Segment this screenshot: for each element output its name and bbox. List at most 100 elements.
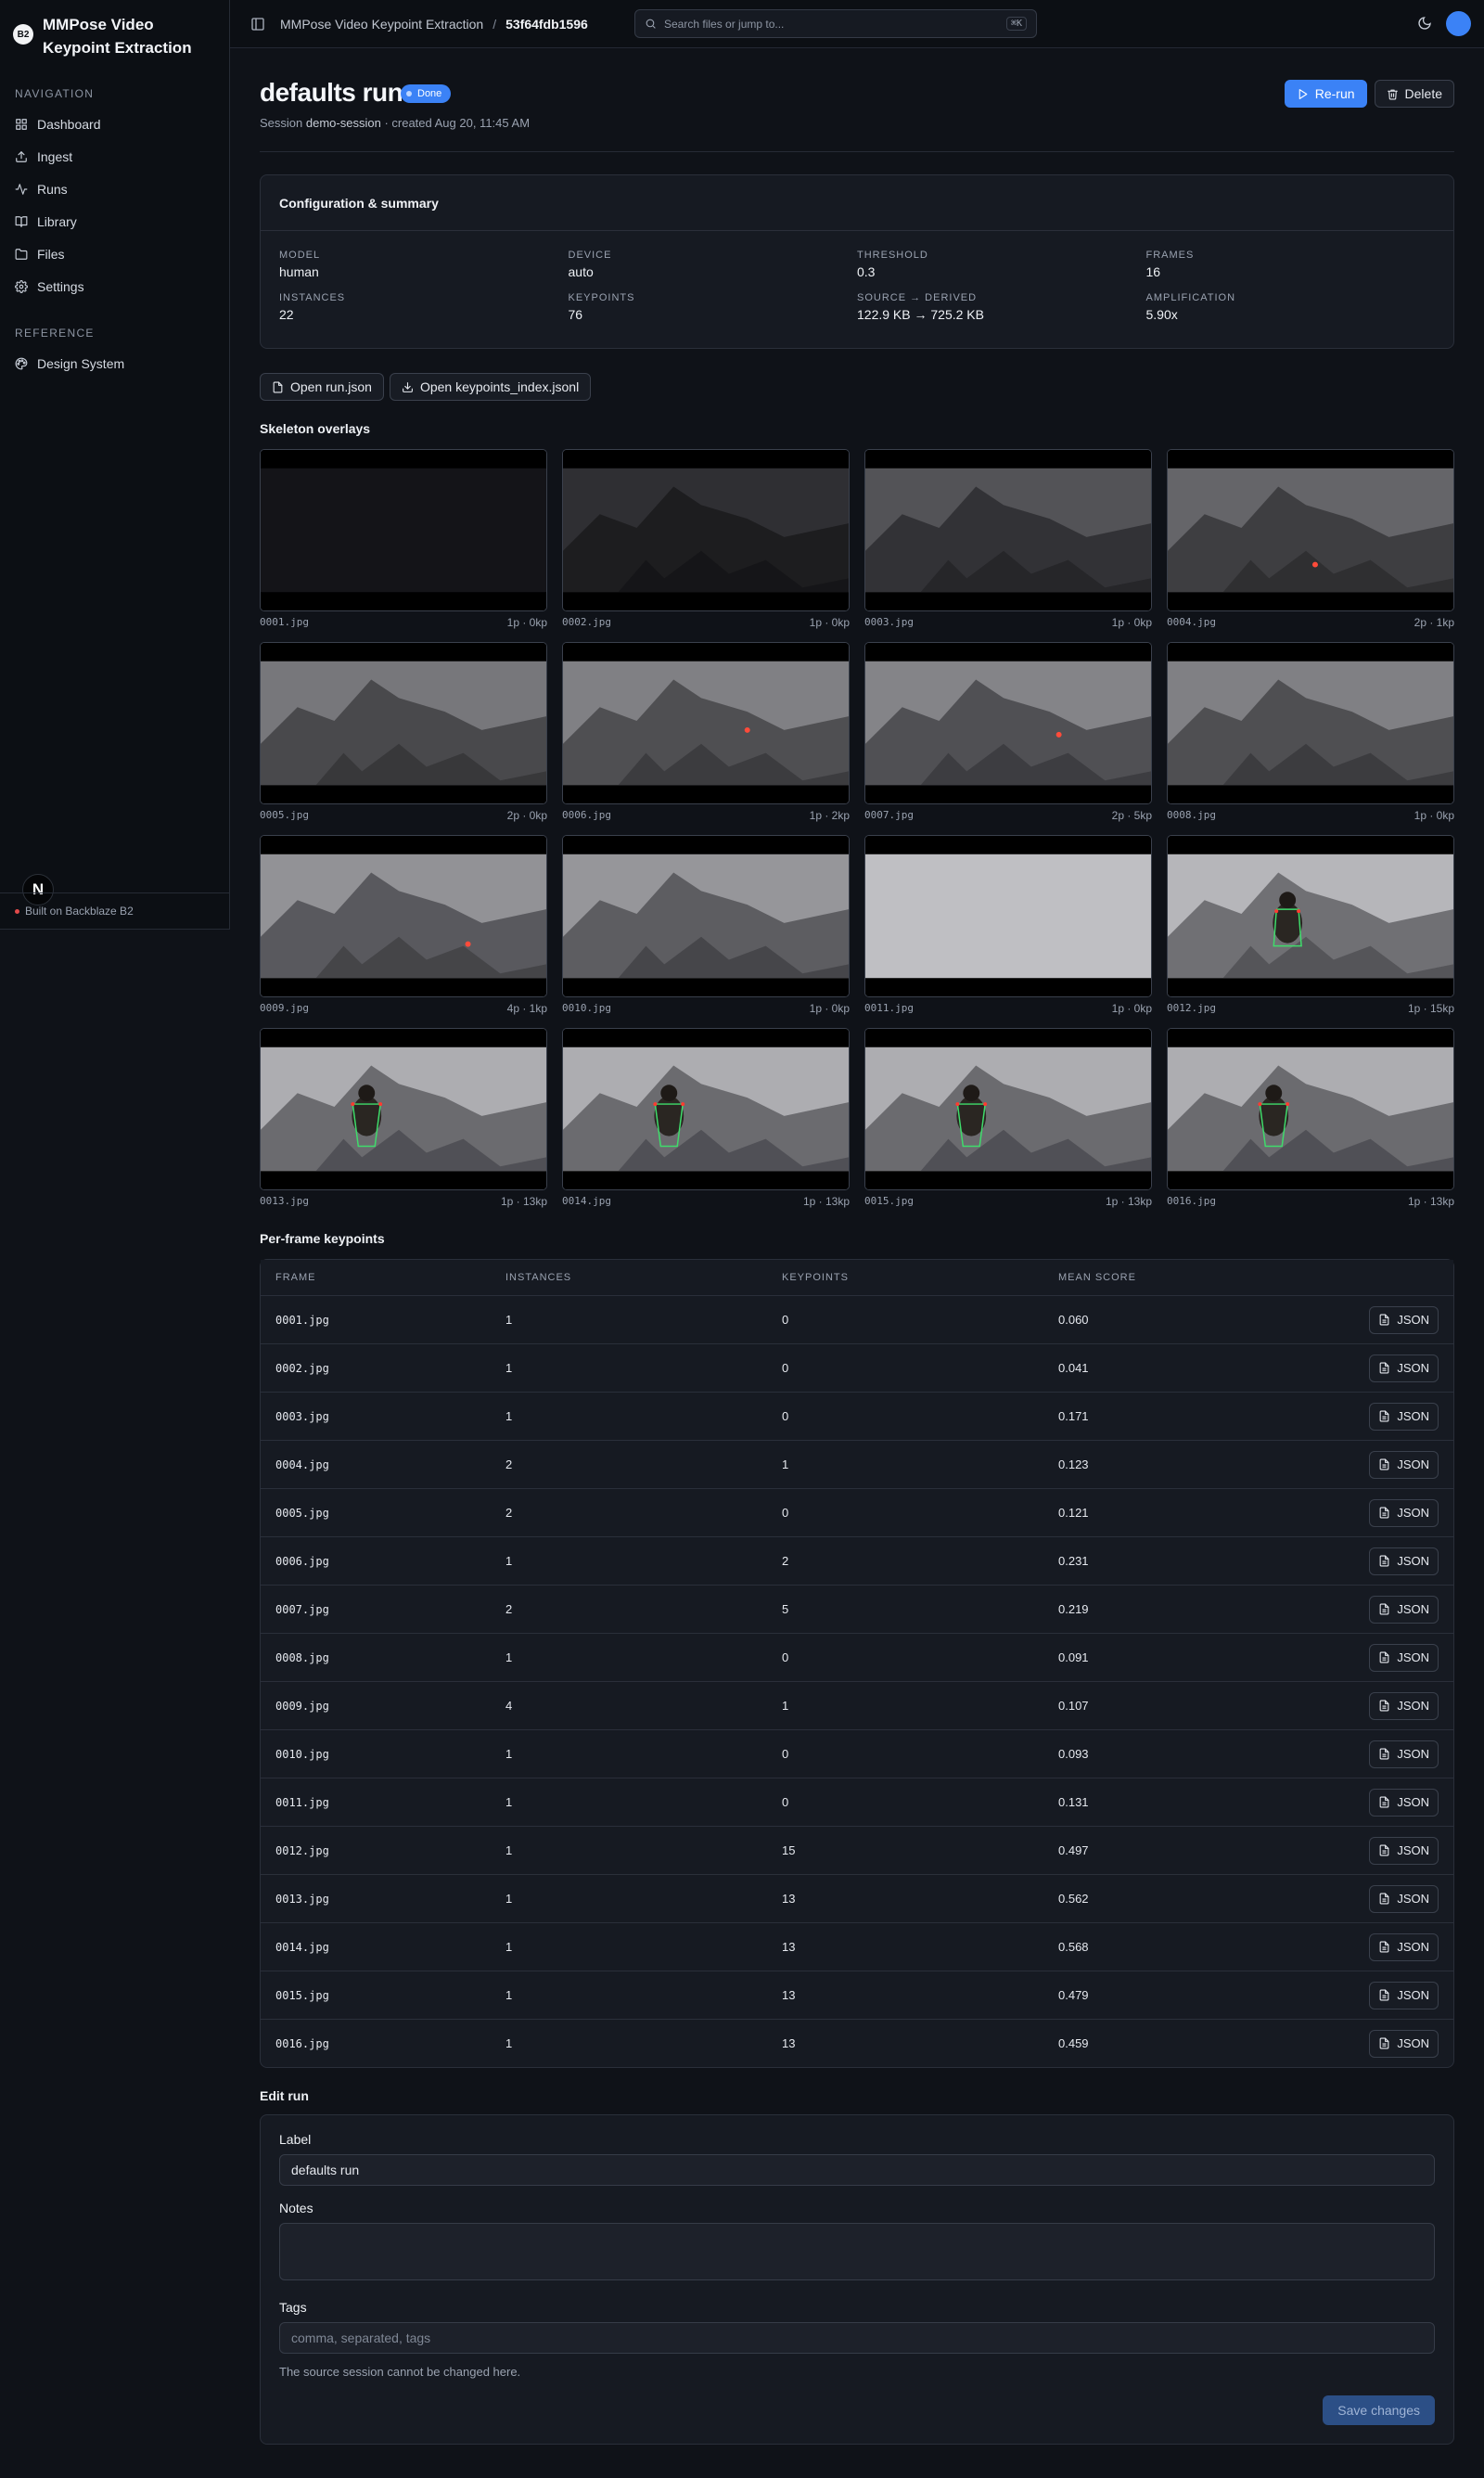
json-button[interactable]: JSON xyxy=(1369,1595,1439,1624)
delete-button[interactable]: Delete xyxy=(1374,80,1454,108)
overlay-stats: 2p · 1kp xyxy=(1414,616,1454,629)
overlay-image[interactable] xyxy=(864,835,1152,997)
overlay-image[interactable] xyxy=(260,835,547,997)
topbar: MMPose Video Keypoint Extraction / 53f64… xyxy=(230,0,1484,48)
overlay-thumbnail[interactable]: 0009.jpg 4p · 1kp xyxy=(260,835,547,1018)
json-button[interactable]: JSON xyxy=(1369,1354,1439,1382)
json-button[interactable]: JSON xyxy=(1369,1932,1439,1961)
download-icon xyxy=(403,381,413,392)
file-icon xyxy=(1379,1748,1389,1760)
overlay-image[interactable] xyxy=(562,1028,850,1190)
overlay-image[interactable] xyxy=(562,642,850,804)
session-hint: The source session cannot be changed her… xyxy=(279,2365,521,2379)
json-button[interactable]: JSON xyxy=(1369,1740,1439,1768)
overlay-image[interactable] xyxy=(562,835,850,997)
overlay-thumbnail[interactable]: 0008.jpg 1p · 0kp xyxy=(1167,642,1454,825)
frame-cell: 0009.jpg xyxy=(275,1699,329,1713)
table-row: 0010.jpg 1 0 0.093 JSON xyxy=(261,1729,1453,1778)
json-label: JSON xyxy=(1397,1506,1429,1520)
keypoints-cell: 0 xyxy=(782,1650,789,1664)
upload-icon xyxy=(16,150,27,162)
instances-cell: 1 xyxy=(505,1650,513,1664)
overlay-image[interactable] xyxy=(864,642,1152,804)
overlay-meta: 0016.jpg 1p · 13kp xyxy=(1167,1195,1454,1211)
tags-input[interactable] xyxy=(279,2322,1435,2354)
json-button[interactable]: JSON xyxy=(1369,1981,1439,2009)
overlay-thumbnail[interactable]: 0005.jpg 2p · 0kp xyxy=(260,642,547,825)
sidebar-footer[interactable]: Built on Backblaze B2 xyxy=(0,892,229,929)
page-title: defaults run xyxy=(260,78,403,107)
json-label: JSON xyxy=(1397,1361,1429,1375)
label-input[interactable] xyxy=(279,2154,1435,2186)
overlay-thumbnail[interactable]: 0016.jpg 1p · 13kp xyxy=(1167,1028,1454,1211)
keypoints-cell: 13 xyxy=(782,1892,796,1906)
overlay-image[interactable] xyxy=(1167,1028,1454,1190)
overlay-meta: 0003.jpg 1p · 0kp xyxy=(864,616,1152,632)
open-index-button[interactable]: Open keypoints_index.jsonl xyxy=(389,373,592,401)
column-header: INSTANCES xyxy=(505,1272,572,1283)
avatar[interactable] xyxy=(1446,11,1471,36)
save-changes-button[interactable]: Save changes xyxy=(1323,2395,1435,2425)
overlay-thumbnail[interactable]: 0001.jpg 1p · 0kp xyxy=(260,449,547,632)
sidebar-item-library[interactable]: Library xyxy=(0,205,229,238)
sidebar-toggle-icon[interactable] xyxy=(250,17,265,32)
json-button[interactable]: JSON xyxy=(1369,2029,1439,2058)
overlay-thumbnail[interactable]: 0002.jpg 1p · 0kp xyxy=(562,449,850,632)
overlay-image[interactable] xyxy=(1167,642,1454,804)
overlay-image[interactable] xyxy=(864,449,1152,611)
overlay-image[interactable] xyxy=(562,449,850,611)
brand[interactable]: B2 MMPose Video Keypoint Extraction xyxy=(0,0,229,65)
session-link[interactable]: demo-session xyxy=(306,116,381,130)
search-input[interactable] xyxy=(664,17,999,31)
frame-cell: 0008.jpg xyxy=(275,1650,329,1664)
sidebar-item-design-system[interactable]: Design System xyxy=(0,347,229,379)
overlay-image[interactable] xyxy=(260,449,547,611)
overlay-thumbnail[interactable]: 0010.jpg 1p · 0kp xyxy=(562,835,850,1018)
overlay-thumbnail[interactable]: 0011.jpg 1p · 0kp xyxy=(864,835,1152,1018)
json-button[interactable]: JSON xyxy=(1369,1547,1439,1575)
json-button[interactable]: JSON xyxy=(1369,1691,1439,1720)
overlay-image[interactable] xyxy=(864,1028,1152,1190)
overlay-thumbnail[interactable]: 0007.jpg 2p · 5kp xyxy=(864,642,1152,825)
rerun-button[interactable]: Re-run xyxy=(1284,80,1367,108)
json-button[interactable]: JSON xyxy=(1369,1402,1439,1431)
overlay-image[interactable] xyxy=(1167,449,1454,611)
overlay-image[interactable] xyxy=(260,1028,547,1190)
json-button[interactable]: JSON xyxy=(1369,1643,1439,1672)
overlay-thumbnail[interactable]: 0013.jpg 1p · 13kp xyxy=(260,1028,547,1211)
breadcrumb-app[interactable]: MMPose Video Keypoint Extraction xyxy=(280,17,483,32)
summary-value: 76 xyxy=(568,307,583,322)
notes-textarea[interactable] xyxy=(279,2223,1435,2280)
file-icon xyxy=(1379,1941,1389,1953)
json-button[interactable]: JSON xyxy=(1369,1450,1439,1479)
instances-cell: 2 xyxy=(505,1506,513,1520)
overlay-meta: 0008.jpg 1p · 0kp xyxy=(1167,809,1454,825)
sidebar-item-ingest[interactable]: Ingest xyxy=(0,140,229,173)
sidebar-item-runs[interactable]: Runs xyxy=(0,173,229,205)
rerun-label: Re-run xyxy=(1314,86,1355,101)
overlay-thumbnail[interactable]: 0006.jpg 1p · 2kp xyxy=(562,642,850,825)
open-run-json-button[interactable]: Open run.json xyxy=(260,373,384,401)
sidebar-item-settings[interactable]: Settings xyxy=(0,270,229,302)
sidebar-item-dashboard[interactable]: Dashboard xyxy=(0,108,229,140)
overlay-image[interactable] xyxy=(260,642,547,804)
json-button[interactable]: JSON xyxy=(1369,1788,1439,1817)
overlay-thumbnail[interactable]: 0003.jpg 1p · 0kp xyxy=(864,449,1152,632)
json-label: JSON xyxy=(1397,1554,1429,1568)
theme-toggle-icon[interactable] xyxy=(1417,16,1432,31)
json-button[interactable]: JSON xyxy=(1369,1498,1439,1527)
overlay-thumbnail[interactable]: 0004.jpg 2p · 1kp xyxy=(1167,449,1454,632)
json-button[interactable]: JSON xyxy=(1369,1884,1439,1913)
keypoints-cell: 0 xyxy=(782,1361,789,1375)
json-button[interactable]: JSON xyxy=(1369,1305,1439,1334)
overlay-filename: 0006.jpg xyxy=(562,809,611,821)
search-box[interactable]: ⌘K xyxy=(634,9,1037,38)
overlay-thumbnail[interactable]: 0014.jpg 1p · 13kp xyxy=(562,1028,850,1211)
overlay-image[interactable] xyxy=(1167,835,1454,997)
instances-cell: 1 xyxy=(505,1892,513,1906)
sidebar-item-files[interactable]: Files xyxy=(0,238,229,270)
overlay-thumbnail[interactable]: 0015.jpg 1p · 13kp xyxy=(864,1028,1152,1211)
summary-value: auto xyxy=(568,264,594,279)
json-button[interactable]: JSON xyxy=(1369,1836,1439,1865)
overlay-thumbnail[interactable]: 0012.jpg 1p · 15kp xyxy=(1167,835,1454,1018)
